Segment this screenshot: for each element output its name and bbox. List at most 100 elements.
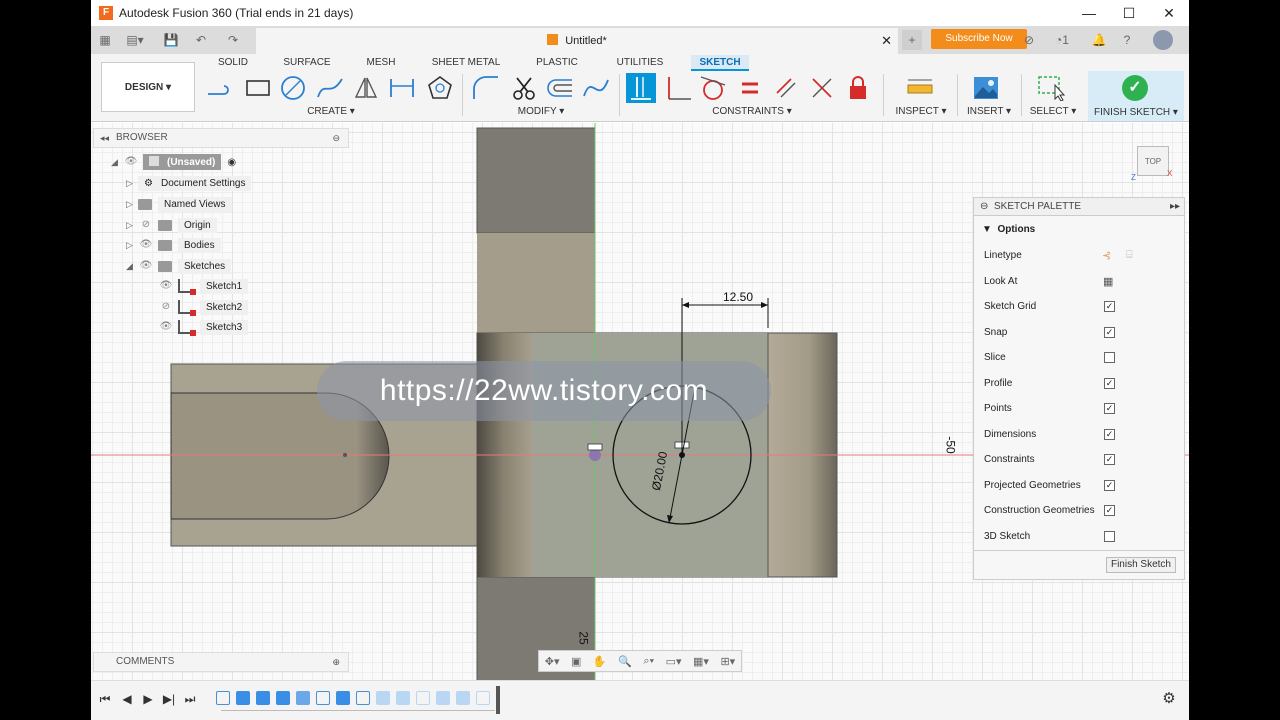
- timeline-extrude-feature[interactable]: [236, 691, 250, 705]
- tab-utilities[interactable]: UTILITIES: [614, 55, 666, 71]
- document-tab[interactable]: Untitled* ✕: [256, 28, 898, 54]
- palette-finish-sketch-button[interactable]: Finish Sketch: [1105, 557, 1176, 573]
- new-tab-icon[interactable]: +: [902, 30, 922, 50]
- tree-root[interactable]: ◢ 👁 (Unsaved) ◉: [111, 153, 236, 171]
- tree-item-named-views[interactable]: ▷ Named Views: [126, 195, 232, 213]
- tree-item-document-settings[interactable]: ▷ ⚙ Document Settings: [126, 174, 252, 192]
- timeline-fillet-feature[interactable]: [296, 691, 310, 705]
- dimension-tool-icon[interactable]: [387, 73, 417, 103]
- tree-item-sketch1[interactable]: 👁 Sketch1: [158, 277, 249, 295]
- display-settings-icon[interactable]: ▭▾: [666, 655, 682, 668]
- timeline-marker[interactable]: [496, 686, 500, 714]
- inspect-group-label[interactable]: INSPECT ▾: [891, 106, 951, 117]
- expand-triangle-icon[interactable]: ▷: [126, 178, 138, 189]
- timeline-end-icon[interactable]: ⏭: [182, 691, 198, 707]
- undo-icon[interactable]: ↶: [191, 30, 211, 50]
- collapse-triangle-icon[interactable]: ◢: [111, 157, 123, 168]
- tree-item-origin[interactable]: ▷ ⊘ Origin: [126, 216, 217, 234]
- points-checkbox[interactable]: ✓: [1104, 403, 1115, 414]
- equal-constraint-icon[interactable]: [735, 73, 765, 103]
- data-panel-icon[interactable]: ▦: [95, 30, 115, 50]
- slice-checkbox[interactable]: [1104, 352, 1115, 363]
- select-tool-icon[interactable]: [1036, 73, 1066, 103]
- timeline-sketch-feature[interactable]: [356, 691, 370, 705]
- timeline-sketch-feature[interactable]: [216, 691, 230, 705]
- rectangle-tool-icon[interactable]: [243, 73, 273, 103]
- timeline-start-icon[interactable]: ⏮: [97, 691, 113, 707]
- timeline-suppressed-feature[interactable]: [436, 691, 450, 705]
- timeline-suppressed-feature[interactable]: [376, 691, 390, 705]
- workspace-switcher[interactable]: DESIGN ▾: [101, 62, 195, 112]
- offset-tool-icon[interactable]: [545, 73, 575, 103]
- midpoint-constraint-icon[interactable]: [807, 73, 837, 103]
- eye-icon[interactable]: 👁: [123, 157, 139, 167]
- comments-header[interactable]: COMMENTS ⊕: [93, 652, 349, 672]
- add-comment-icon[interactable]: ⊕: [332, 653, 340, 671]
- fillet-tool-icon[interactable]: [471, 73, 501, 103]
- tab-mesh[interactable]: MESH: [363, 55, 399, 71]
- timeline-suppressed-feature[interactable]: [456, 691, 470, 705]
- measure-tool-icon[interactable]: [905, 73, 935, 103]
- viewports-icon[interactable]: ⊞▾: [720, 655, 735, 668]
- redo-icon[interactable]: ↷: [223, 30, 243, 50]
- timeline-suppressed-feature[interactable]: [416, 691, 430, 705]
- dimension-width-text[interactable]: 12.50: [723, 290, 753, 304]
- construction-geometries-checkbox[interactable]: ✓: [1104, 505, 1115, 516]
- tab-solid[interactable]: SOLID: [213, 55, 253, 71]
- circle-tool-icon[interactable]: [278, 73, 308, 103]
- insert-image-icon[interactable]: [971, 73, 1001, 103]
- constraints-group-label[interactable]: CONSTRAINTS ▾: [707, 106, 797, 117]
- perpendicular-constraint-icon[interactable]: [663, 73, 693, 103]
- trim-tool-icon[interactable]: [509, 73, 539, 103]
- palette-expand-icon[interactable]: ▸▸: [1170, 198, 1180, 216]
- sketch-grid-checkbox[interactable]: ✓: [1104, 301, 1115, 312]
- eye-icon[interactable]: 👁: [158, 322, 174, 332]
- origin-point[interactable]: [589, 449, 601, 461]
- timeline-suppressed-feature[interactable]: [476, 691, 490, 705]
- tab-plastic[interactable]: PLASTIC: [535, 55, 579, 71]
- eye-hidden-icon[interactable]: ⊘: [158, 302, 174, 312]
- expand-triangle-icon[interactable]: ▷: [126, 220, 138, 231]
- collapse-triangle-icon[interactable]: ◢: [126, 261, 138, 272]
- timeline-sketch-feature[interactable]: [316, 691, 330, 705]
- tab-sketch[interactable]: SKETCH: [691, 55, 749, 71]
- constraints-checkbox[interactable]: ✓: [1104, 454, 1115, 465]
- projected-geometries-checkbox[interactable]: ✓: [1104, 480, 1115, 491]
- modify-group-label[interactable]: MODIFY ▾: [511, 106, 571, 117]
- finish-sketch-button[interactable]: ✓ FINISH SKETCH ▾: [1088, 71, 1184, 121]
- eye-icon[interactable]: 👁: [138, 240, 154, 250]
- tab-surface[interactable]: SURFACE: [281, 55, 333, 71]
- expand-triangle-icon[interactable]: ▷: [126, 199, 138, 210]
- tree-item-sketches[interactable]: ◢ 👁 Sketches: [126, 257, 232, 275]
- tree-item-sketch3[interactable]: 👁 Sketch3: [158, 318, 249, 336]
- timeline-next-icon[interactable]: ▶|: [161, 691, 177, 707]
- polygon-tool-icon[interactable]: [425, 73, 455, 103]
- profile-checkbox[interactable]: ✓: [1104, 378, 1115, 389]
- look-at-icon[interactable]: ▦: [1103, 275, 1113, 288]
- file-menu-icon[interactable]: ▤▾: [125, 30, 145, 50]
- select-group-label[interactable]: SELECT ▾: [1025, 106, 1081, 117]
- options-section-header[interactable]: ▼ Options: [982, 224, 1035, 235]
- tab-sheet-metal[interactable]: SHEET METAL: [431, 55, 501, 71]
- centerline-linetype-icon[interactable]: ⌸: [1126, 249, 1133, 262]
- create-group-label[interactable]: CREATE ▾: [291, 106, 371, 117]
- save-icon[interactable]: 💾: [161, 30, 181, 50]
- timeline-prev-icon[interactable]: ◀: [119, 691, 135, 707]
- close-button[interactable]: ✕: [1149, 0, 1189, 26]
- eye-icon[interactable]: 👁: [158, 281, 174, 291]
- look-at-nav-icon[interactable]: ▣: [571, 655, 581, 668]
- notifications-icon[interactable]: 🔔: [1089, 30, 1109, 50]
- zoom-window-icon[interactable]: ⌕▾: [643, 655, 654, 668]
- timeline-extrude-feature[interactable]: [336, 691, 350, 705]
- sketch-scale-tool-icon[interactable]: [581, 73, 611, 103]
- extensions-icon[interactable]: ⊘: [1019, 30, 1039, 50]
- job-status-icon[interactable]: ◔1: [1049, 30, 1075, 50]
- timeline-play-icon[interactable]: ▶: [140, 691, 156, 707]
- close-tab-icon[interactable]: ✕: [881, 28, 892, 54]
- snap-checkbox[interactable]: ✓: [1104, 327, 1115, 338]
- fix-unfix-constraint-icon[interactable]: [626, 73, 656, 103]
- eye-hidden-icon[interactable]: ⊘: [138, 220, 154, 230]
- orbit-icon[interactable]: ✥▾: [545, 655, 560, 668]
- avatar[interactable]: [1153, 30, 1173, 50]
- timeline-extrude-feature[interactable]: [276, 691, 290, 705]
